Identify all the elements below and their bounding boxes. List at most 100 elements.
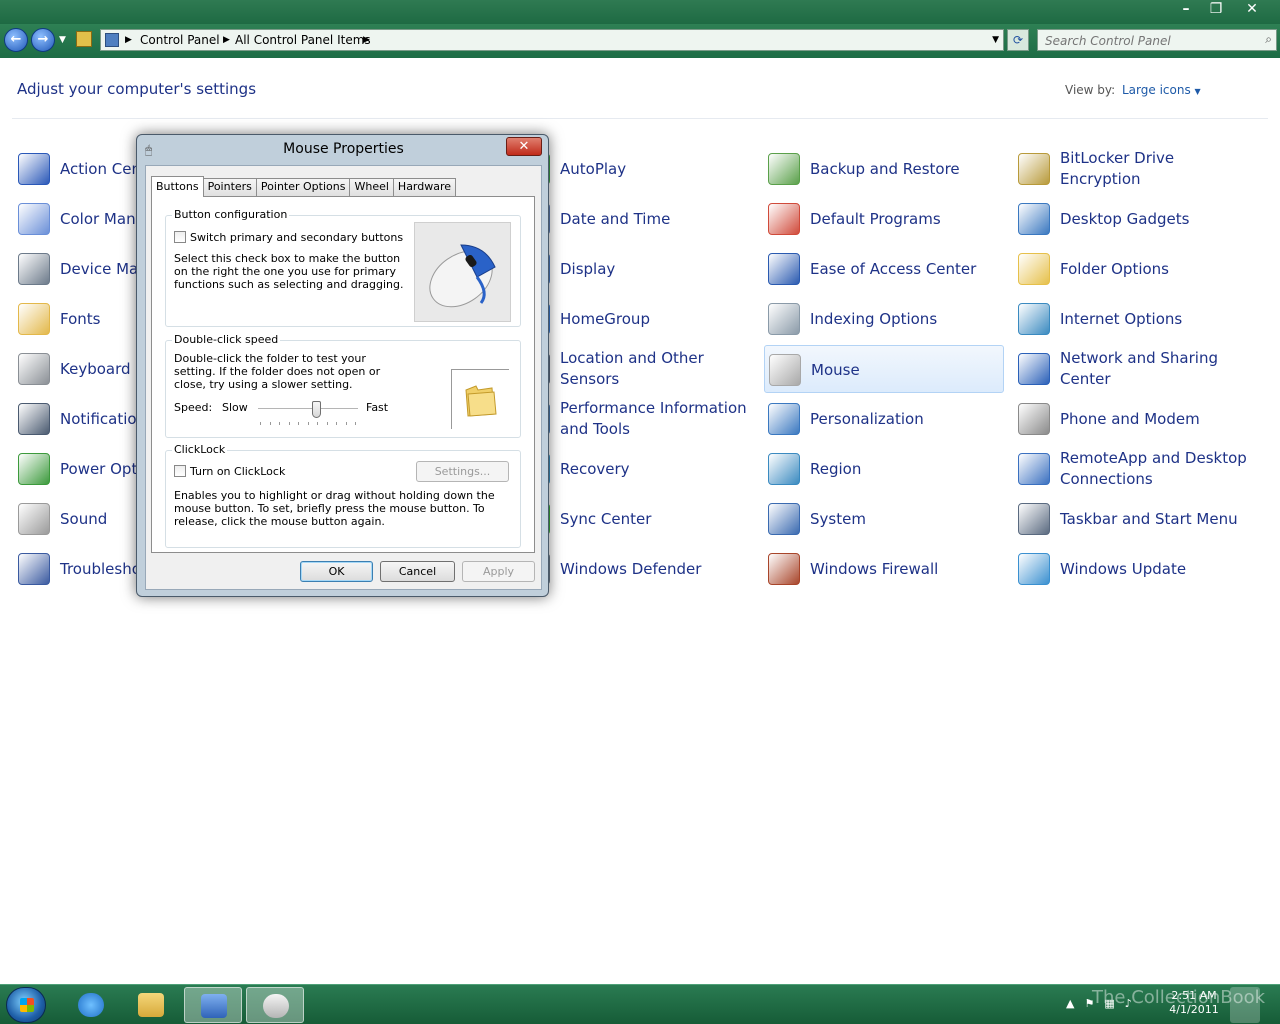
- cancel-button[interactable]: Cancel: [380, 561, 455, 582]
- button-config-description: Select this check box to make the button…: [174, 252, 404, 291]
- cp-item-location-and-other-sensors[interactable]: Location and Other Sensors: [514, 345, 754, 393]
- speed-slider-track[interactable]: [258, 408, 358, 410]
- device-manager-icon: [18, 253, 50, 285]
- search-input[interactable]: [1038, 31, 1248, 51]
- cp-item-recovery[interactable]: Recovery: [514, 445, 754, 493]
- breadcrumb-separator-icon[interactable]: ▶: [125, 30, 132, 50]
- cp-item-region[interactable]: Region: [764, 445, 1004, 493]
- cp-item-phone-and-modem[interactable]: Phone and Modem: [1014, 395, 1254, 443]
- test-folder-area[interactable]: [451, 369, 509, 429]
- close-icon[interactable]: ✕: [1232, 0, 1272, 18]
- cp-item-label: Internet Options: [1060, 309, 1183, 328]
- minimize-icon[interactable]: –: [1172, 0, 1200, 18]
- page-title: Adjust your computer's settings: [17, 80, 257, 98]
- up-folder-icon[interactable]: [76, 31, 92, 47]
- caption-buttons: – ❐ ✕: [1172, 0, 1272, 18]
- start-button[interactable]: [6, 987, 46, 1023]
- cp-item-mouse[interactable]: Mouse: [764, 345, 1004, 393]
- tab-wheel[interactable]: Wheel: [349, 178, 394, 196]
- breadcrumb-control-panel[interactable]: Control Panel: [140, 30, 220, 50]
- apply-button[interactable]: Apply: [462, 561, 535, 582]
- notification-icon: [18, 403, 50, 435]
- address-bar[interactable]: ▶ Control Panel ▶ All Control Panel Item…: [100, 29, 1004, 51]
- search-icon[interactable]: ⌕: [1265, 32, 1272, 47]
- network-icon[interactable]: ▦: [1104, 997, 1114, 1010]
- clock[interactable]: 2:51 AM 4/1/2011: [1164, 989, 1224, 1017]
- cp-item-default-programs[interactable]: Default Programs: [764, 195, 1004, 243]
- group-title: Button configuration: [172, 208, 290, 221]
- cp-item-backup-and-restore[interactable]: Backup and Restore: [764, 145, 1004, 193]
- group-title: ClickLock: [172, 443, 228, 456]
- breadcrumb-all-items[interactable]: All Control Panel Items: [235, 30, 371, 50]
- tab-pointer-options[interactable]: Pointer Options: [255, 178, 351, 196]
- cp-item-remoteapp-and-desktop-connections[interactable]: RemoteApp and Desktop Connections: [1014, 445, 1254, 493]
- indexing-icon: [768, 303, 800, 335]
- forward-button[interactable]: →: [31, 28, 55, 52]
- cp-item-network-and-sharing-center[interactable]: Network and Sharing Center: [1014, 345, 1254, 393]
- system-tray: ▲ ⚑ ▦ ♪: [1066, 997, 1132, 1010]
- system-icon: [768, 503, 800, 535]
- cp-item-display[interactable]: Display: [514, 245, 754, 293]
- cp-item-label: Windows Defender: [560, 559, 702, 578]
- checkbox-label[interactable]: Switch primary and secondary buttons: [190, 231, 403, 244]
- show-hidden-icons-icon[interactable]: ▲: [1066, 997, 1074, 1010]
- navigation-bar: ← → ▼ ▶ Control Panel ▶ All Control Pane…: [0, 24, 1280, 58]
- restore-icon[interactable]: ❐: [1202, 0, 1230, 18]
- close-icon[interactable]: ✕: [506, 137, 542, 156]
- cp-item-label: Backup and Restore: [810, 159, 960, 178]
- back-button[interactable]: ←: [4, 28, 28, 52]
- cp-item-desktop-gadgets[interactable]: Desktop Gadgets: [1014, 195, 1254, 243]
- cp-item-internet-options[interactable]: Internet Options: [1014, 295, 1254, 343]
- volume-icon[interactable]: ♪: [1125, 997, 1132, 1010]
- show-desktop-button[interactable]: [1230, 987, 1260, 1023]
- breadcrumb-separator-icon[interactable]: ▶: [363, 30, 370, 50]
- taskbar-mouse-properties[interactable]: [246, 987, 304, 1023]
- cp-item-windows-update[interactable]: Windows Update: [1014, 545, 1254, 593]
- cp-item-label: Mouse: [811, 360, 860, 379]
- taskbar-explorer[interactable]: [122, 987, 180, 1023]
- recent-pages-dropdown[interactable]: ▼: [59, 35, 66, 45]
- tab-pointers[interactable]: Pointers: [202, 178, 257, 196]
- action-center-flag-icon[interactable]: ⚑: [1084, 997, 1094, 1010]
- clicklock-group: ClickLock Turn on ClickLock Settings... …: [165, 443, 521, 548]
- group-title: Double-click speed: [172, 333, 281, 346]
- clicklock-checkbox-label[interactable]: Turn on ClickLock: [190, 465, 285, 478]
- window-titlebar[interactable]: – ❐ ✕: [0, 0, 1280, 24]
- clicklock-settings-button[interactable]: Settings...: [416, 461, 509, 482]
- mouse-icon: [769, 354, 801, 386]
- ok-button[interactable]: OK: [300, 561, 373, 582]
- cp-item-windows-firewall[interactable]: Windows Firewall: [764, 545, 1004, 593]
- clock-date: 4/1/2011: [1169, 1003, 1219, 1016]
- tab-hardware[interactable]: Hardware: [392, 178, 457, 196]
- taskbar-control-panel[interactable]: [184, 987, 242, 1023]
- cp-item-sync-center[interactable]: Sync Center: [514, 495, 754, 543]
- view-by-dropdown[interactable]: Large icons ▼: [1122, 83, 1201, 97]
- clicklock-checkbox[interactable]: [174, 465, 186, 477]
- cp-item-folder-options[interactable]: Folder Options: [1014, 245, 1254, 293]
- cp-item-taskbar-and-start-menu[interactable]: Taskbar and Start Menu: [1014, 495, 1254, 543]
- breadcrumb-separator-icon[interactable]: ▶: [223, 30, 230, 50]
- cp-item-bitlocker-drive-encryption[interactable]: BitLocker Drive Encryption: [1014, 145, 1254, 193]
- cp-item-homegroup[interactable]: HomeGroup: [514, 295, 754, 343]
- keyboard-icon: [18, 353, 50, 385]
- cp-item-indexing-options[interactable]: Indexing Options: [764, 295, 1004, 343]
- refresh-icon[interactable]: ⟳: [1007, 29, 1029, 51]
- cp-item-label: Performance Information and Tools: [560, 399, 747, 438]
- cp-item-ease-of-access-center[interactable]: Ease of Access Center: [764, 245, 1004, 293]
- switch-buttons-checkbox[interactable]: [174, 231, 186, 243]
- cp-item-system[interactable]: System: [764, 495, 1004, 543]
- cp-item-personalization[interactable]: Personalization: [764, 395, 1004, 443]
- mouse-icon: [263, 994, 289, 1018]
- cp-item-performance-information-and-tools[interactable]: Performance Information and Tools: [514, 395, 754, 443]
- internet-options-icon: [1018, 303, 1050, 335]
- cp-item-label: Windows Update: [1060, 559, 1187, 578]
- taskbar-internet-explorer[interactable]: [62, 987, 120, 1023]
- cp-item-autoplay[interactable]: AutoPlay: [514, 145, 754, 193]
- cp-item-date-and-time[interactable]: Date and Time: [514, 195, 754, 243]
- speed-slider-thumb[interactable]: [312, 401, 321, 418]
- address-dropdown-icon[interactable]: ▼: [992, 30, 999, 50]
- speaker-icon: [18, 503, 50, 535]
- tab-buttons[interactable]: Buttons: [151, 176, 204, 197]
- cp-item-windows-defender[interactable]: Windows Defender: [514, 545, 754, 593]
- cp-item-label: Indexing Options: [810, 309, 938, 328]
